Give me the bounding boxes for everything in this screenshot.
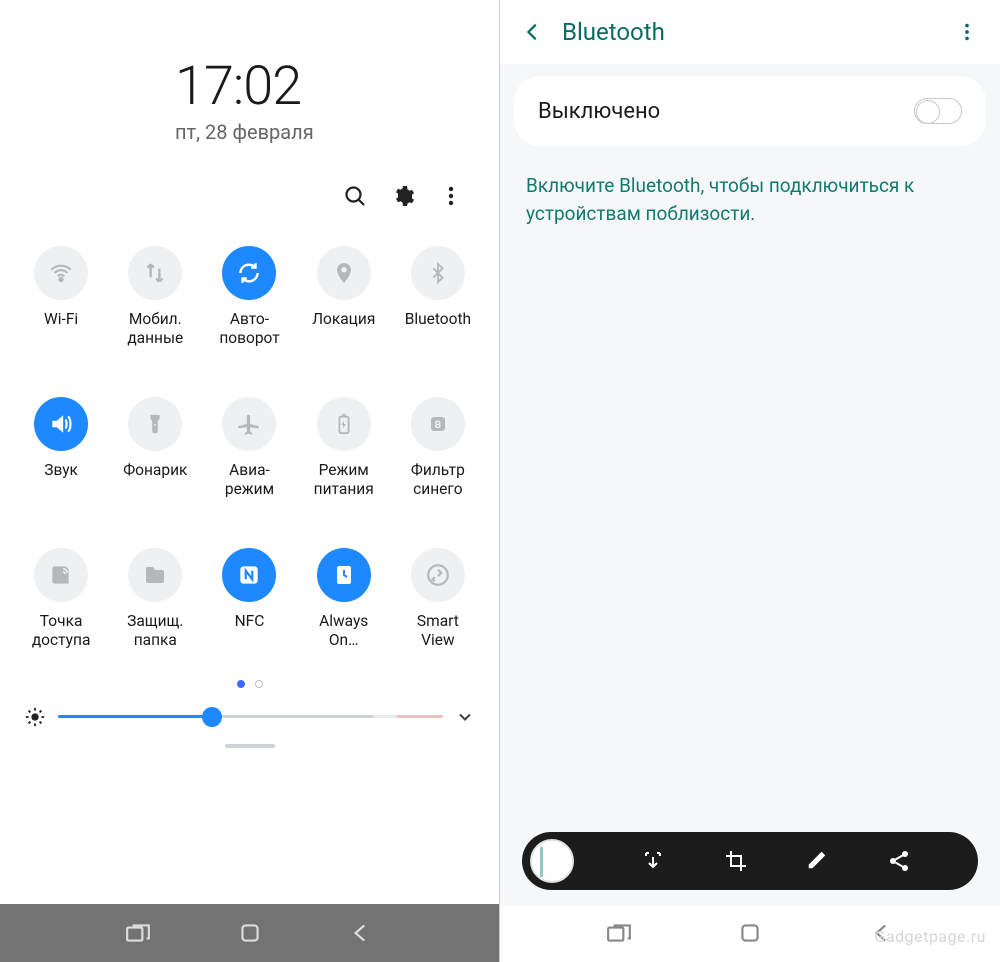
quick-settings-screen: 17:02 пт, 28 февраля Wi-Fi Мобил. данные А… bbox=[0, 0, 500, 962]
qs-tile-secfolder[interactable]: Защищ. папка bbox=[110, 548, 200, 649]
qs-tile-label: Защищ. папка bbox=[127, 612, 183, 649]
qs-tile-label: Фильтр синего bbox=[411, 461, 465, 498]
watermark: Gadgetpage.ru bbox=[875, 927, 986, 946]
folder-icon[interactable] bbox=[128, 548, 182, 602]
qs-tile-label: Фонарик bbox=[123, 461, 187, 480]
qs-tile-sound[interactable]: Звук bbox=[16, 397, 106, 498]
qs-tile-battery[interactable]: Режим питания bbox=[299, 397, 389, 498]
qs-action-bar bbox=[0, 144, 499, 208]
qs-tile-label: Звук bbox=[44, 461, 78, 480]
qs-tile-smartview[interactable]: Smart View bbox=[393, 548, 483, 649]
qs-tile-label: Авто- поворот bbox=[219, 310, 279, 347]
back-button[interactable] bbox=[348, 920, 374, 946]
qs-tile-label: Bluetooth bbox=[405, 310, 471, 329]
brightness-icon bbox=[24, 706, 46, 728]
home-button[interactable] bbox=[737, 920, 763, 946]
clock-date: пт, 28 февраля bbox=[175, 120, 469, 144]
qs-tile-bluefilter[interactable]: B Фильтр синего bbox=[393, 397, 483, 498]
more-icon[interactable] bbox=[956, 21, 978, 43]
screenshot-thumbnail[interactable] bbox=[530, 839, 574, 883]
qs-tile-wifi[interactable]: Wi-Fi bbox=[16, 246, 106, 347]
qs-tile-mobiledata[interactable]: Мобил. данные bbox=[110, 246, 200, 347]
bluetooth-state-label: Выключено bbox=[538, 99, 660, 124]
back-icon[interactable] bbox=[522, 21, 544, 43]
qs-tile-nfc[interactable]: NFC bbox=[204, 548, 294, 649]
panel-handle[interactable] bbox=[225, 744, 275, 748]
flashlight-icon[interactable] bbox=[128, 397, 182, 451]
bluetooth-settings-screen: Bluetooth Выключено Включите Bluetooth, … bbox=[500, 0, 1000, 962]
slider-thumb[interactable] bbox=[202, 707, 222, 727]
qs-tiles-grid: Wi-Fi Мобил. данные Авто- поворот Локация Bl… bbox=[0, 208, 499, 650]
brightness-slider-row bbox=[0, 688, 499, 728]
recents-button[interactable] bbox=[125, 920, 151, 946]
rotate-icon[interactable] bbox=[222, 246, 276, 300]
more-icon[interactable] bbox=[439, 184, 463, 208]
bluetooth-hint: Включите Bluetooth, чтобы подключиться к… bbox=[514, 146, 986, 253]
bluetooth-switch[interactable] bbox=[914, 98, 962, 124]
search-icon[interactable] bbox=[343, 184, 367, 208]
svg-text:B: B bbox=[435, 420, 441, 431]
nfc-icon[interactable] bbox=[222, 548, 276, 602]
edit-icon[interactable] bbox=[806, 849, 828, 873]
page-indicator bbox=[0, 680, 499, 688]
appbar: Bluetooth bbox=[500, 0, 1000, 64]
clock-time: 17:02 bbox=[175, 55, 469, 118]
qs-tile-label: Режим питания bbox=[314, 461, 374, 498]
chevron-down-icon[interactable] bbox=[455, 707, 475, 727]
qs-tile-label: Авиа- режим bbox=[225, 461, 274, 498]
battery-icon[interactable] bbox=[317, 397, 371, 451]
qs-tile-label: NFC bbox=[235, 612, 265, 631]
pager-dot[interactable] bbox=[255, 680, 263, 688]
bluefilter-icon[interactable]: B bbox=[411, 397, 465, 451]
smartview-icon[interactable] bbox=[411, 548, 465, 602]
hotspot-icon[interactable] bbox=[34, 548, 88, 602]
recents-button[interactable] bbox=[606, 920, 632, 946]
bluetooth-icon[interactable] bbox=[411, 246, 465, 300]
qs-tile-location[interactable]: Локация bbox=[299, 246, 389, 347]
qs-tile-aod[interactable]: Always On… bbox=[299, 548, 389, 649]
qs-tile-label: Точка доступа bbox=[32, 612, 91, 649]
crop-icon[interactable] bbox=[724, 849, 748, 873]
pager-dot[interactable] bbox=[237, 680, 245, 688]
scroll-capture-icon[interactable] bbox=[641, 849, 665, 873]
bluetooth-body: Выключено Включите Bluetooth, чтобы подк… bbox=[500, 64, 1000, 906]
aod-icon[interactable] bbox=[317, 548, 371, 602]
qs-tile-airplane[interactable]: Авиа- режим bbox=[204, 397, 294, 498]
qs-tile-autorotate[interactable]: Авто- поворот bbox=[204, 246, 294, 347]
screenshot-toolbar bbox=[522, 832, 978, 890]
bluetooth-toggle-card[interactable]: Выключено bbox=[514, 76, 986, 146]
share-icon[interactable] bbox=[887, 849, 911, 873]
wifi-icon[interactable] bbox=[34, 246, 88, 300]
location-icon[interactable] bbox=[317, 246, 371, 300]
sound-icon[interactable] bbox=[34, 397, 88, 451]
qs-tile-label: Мобил. данные bbox=[127, 310, 183, 347]
airplane-icon[interactable] bbox=[222, 397, 276, 451]
navigation-bar bbox=[0, 904, 499, 962]
brightness-slider[interactable] bbox=[58, 715, 443, 718]
qs-tile-label: Always On… bbox=[319, 612, 368, 649]
gear-icon[interactable] bbox=[391, 184, 415, 208]
page-title: Bluetooth bbox=[562, 18, 938, 46]
qs-tile-hotspot[interactable]: Точка доступа bbox=[16, 548, 106, 649]
qs-tile-label: Локация bbox=[312, 310, 375, 329]
qs-tile-label: Wi-Fi bbox=[44, 310, 78, 329]
qs-header: 17:02 пт, 28 февраля bbox=[0, 0, 499, 144]
qs-tile-flashlight[interactable]: Фонарик bbox=[110, 397, 200, 498]
home-button[interactable] bbox=[237, 920, 263, 946]
data-icon[interactable] bbox=[128, 246, 182, 300]
qs-tile-bluetooth[interactable]: Bluetooth bbox=[393, 246, 483, 347]
qs-tile-label: Smart View bbox=[417, 612, 459, 649]
